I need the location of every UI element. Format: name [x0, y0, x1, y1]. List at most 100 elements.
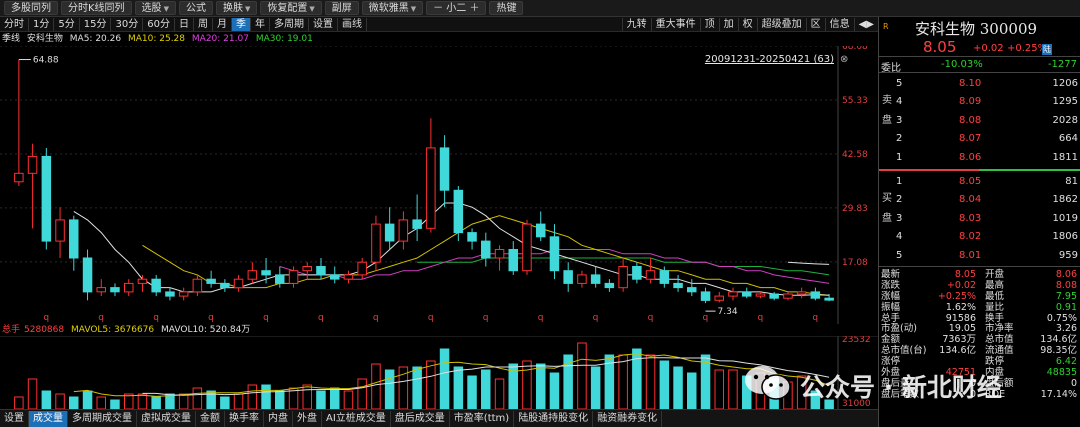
close-range-icon[interactable]: ⊗ — [840, 54, 848, 65]
volume-bar[interactable] — [110, 399, 120, 409]
candle[interactable] — [687, 287, 697, 293]
candle[interactable] — [192, 278, 203, 293]
candle[interactable] — [165, 291, 175, 297]
period-tab[interactable]: 年 — [251, 17, 270, 31]
period-tab[interactable]: 周 — [194, 17, 213, 31]
volume-bar[interactable] — [233, 393, 244, 409]
candle[interactable] — [371, 223, 381, 263]
candle[interactable] — [302, 266, 312, 272]
volume-bar[interactable] — [330, 387, 340, 409]
period-tab[interactable]: 5分 — [54, 17, 80, 31]
volume-bar[interactable] — [590, 366, 601, 409]
volume-bar[interactable] — [673, 366, 683, 409]
volume-bar[interactable] — [426, 360, 436, 409]
volume-bar[interactable] — [687, 372, 697, 409]
candle[interactable] — [742, 291, 752, 297]
volume-bar[interactable] — [453, 366, 464, 409]
volume-bar[interactable] — [494, 378, 505, 409]
period-tab[interactable]: 画线 — [338, 17, 367, 31]
volume-bar[interactable] — [41, 390, 52, 409]
candle[interactable] — [673, 282, 683, 289]
volume-bar[interactable] — [55, 393, 65, 409]
candle[interactable] — [27, 155, 38, 174]
candle[interactable] — [55, 219, 65, 242]
indicator-tab[interactable]: 换手率 — [225, 410, 264, 427]
indicator-tab[interactable]: 多周期成交量 — [68, 410, 137, 427]
candle[interactable] — [124, 282, 134, 293]
volume-bar[interactable] — [220, 396, 230, 409]
volume-bar[interactable] — [27, 378, 38, 409]
volume-bar[interactable] — [247, 384, 258, 409]
toolbar-button[interactable]: 换肤 ▼ — [215, 1, 258, 15]
candle[interactable] — [288, 270, 299, 284]
candle[interactable] — [247, 270, 258, 280]
period-tab[interactable]: 设置 — [309, 17, 338, 31]
candle[interactable] — [96, 287, 106, 293]
volume-bar[interactable] — [192, 387, 203, 409]
candle[interactable] — [14, 172, 24, 183]
chart-tool-button[interactable]: 信息 — [824, 17, 854, 31]
candle[interactable] — [330, 274, 340, 280]
volume-bar[interactable] — [577, 342, 587, 409]
candle[interactable] — [110, 287, 120, 293]
volume-bar[interactable] — [728, 369, 738, 409]
period-tab[interactable]: 月 — [213, 17, 232, 31]
volume-bar[interactable] — [69, 396, 79, 409]
candle[interactable] — [783, 293, 793, 299]
candle[interactable] — [453, 189, 464, 234]
indicator-tab[interactable]: 成交量 — [29, 410, 68, 427]
volume-bar[interactable] — [343, 390, 354, 409]
candle[interactable] — [398, 219, 409, 242]
indicator-tab[interactable]: 陆股通持股变化 — [514, 410, 594, 427]
candle[interactable] — [384, 223, 395, 242]
indicator-tab[interactable]: 市盈率(ttm) — [450, 410, 515, 427]
toolbar-button[interactable]: 选股 ▼ — [134, 1, 176, 15]
indicator-tab[interactable]: 盘后成交量 — [391, 410, 450, 427]
candle[interactable] — [82, 257, 93, 293]
candle[interactable] — [41, 155, 52, 242]
candle[interactable] — [810, 291, 821, 299]
chart-tool-button[interactable]: 超级叠加 — [756, 17, 806, 31]
order-price[interactable]: 8.02 — [959, 231, 981, 242]
volume-bar[interactable] — [714, 369, 724, 409]
volume-bar[interactable] — [412, 366, 422, 409]
order-price[interactable]: 8.09 — [959, 96, 981, 107]
volume-bar[interactable] — [151, 396, 161, 409]
candle[interactable] — [206, 278, 216, 284]
date-range-label[interactable]: 20091231-20250421 (63) — [705, 54, 834, 65]
indicator-tab[interactable]: AI立桩成交量 — [322, 410, 391, 427]
candle[interactable] — [645, 270, 656, 280]
order-price[interactable]: 8.01 — [959, 250, 981, 261]
period-tab[interactable]: 15分 — [80, 17, 112, 31]
volume-bar[interactable] — [659, 360, 670, 409]
volume-bar[interactable] — [618, 354, 628, 409]
candle[interactable] — [632, 266, 642, 280]
volume-bar[interactable] — [439, 348, 450, 409]
indicator-tab[interactable]: 外盘 — [293, 410, 322, 427]
candle[interactable] — [69, 219, 79, 259]
toolbar-button[interactable]: 热键 — [489, 1, 524, 15]
chart-tool-button[interactable]: 加 — [718, 17, 738, 31]
candle[interactable] — [604, 282, 615, 289]
candle[interactable] — [590, 274, 601, 284]
period-tab[interactable]: 季 — [231, 17, 251, 31]
candle[interactable] — [659, 270, 670, 284]
candle[interactable] — [755, 293, 766, 297]
toolbar-button[interactable]: 微软雅黑 ▼ — [361, 1, 424, 15]
period-tab[interactable]: 1分 — [29, 17, 55, 31]
period-tab[interactable]: 60分 — [143, 17, 175, 31]
candle[interactable] — [137, 278, 148, 284]
volume-bar[interactable] — [371, 363, 381, 409]
volume-bar[interactable] — [645, 354, 656, 409]
volume-bar[interactable] — [384, 369, 395, 409]
candle[interactable] — [220, 282, 230, 289]
candle[interactable] — [618, 266, 628, 289]
volume-bar[interactable] — [302, 384, 312, 409]
indicator-tab[interactable]: 设置 — [0, 410, 29, 427]
candle[interactable] — [178, 291, 189, 297]
candle[interactable] — [481, 240, 491, 259]
volume-bar[interactable] — [481, 369, 491, 409]
candle[interactable] — [508, 249, 518, 272]
volume-bar[interactable] — [357, 378, 367, 409]
volume-bar[interactable] — [261, 384, 271, 409]
